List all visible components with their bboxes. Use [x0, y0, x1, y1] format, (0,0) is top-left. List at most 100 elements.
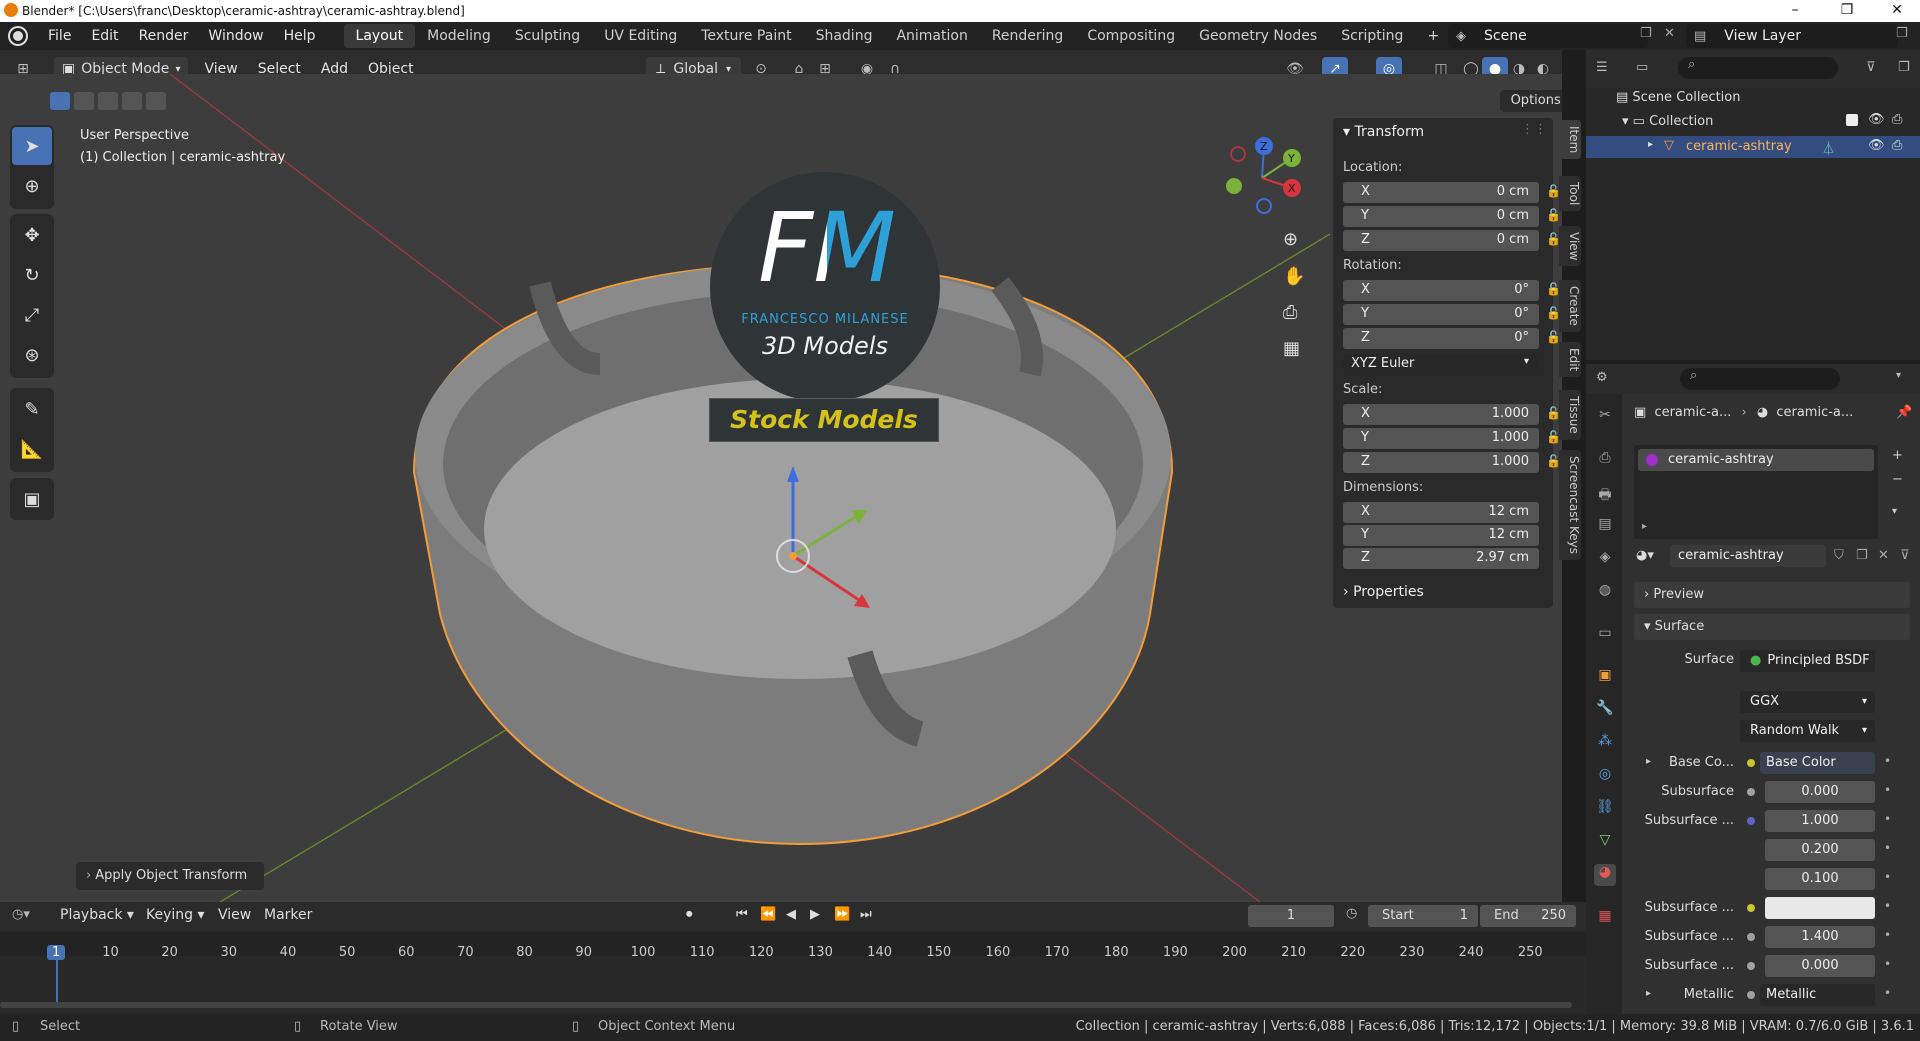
outliner-search-input[interactable]: ⌕	[1678, 57, 1838, 79]
rotation-z-field[interactable]: Z 0° 🔓	[1343, 328, 1561, 349]
tab-layout[interactable]: Layout	[343, 24, 416, 48]
unlink-material-icon[interactable]: ✕	[1878, 548, 1889, 563]
jump-keyframe-back-icon[interactable]: ⏪	[760, 907, 776, 922]
pan-hand-icon[interactable]: ✋	[1283, 266, 1305, 287]
marker-menu[interactable]: Marker	[264, 907, 312, 923]
properties-editor-icon[interactable]: ⚙	[1596, 370, 1608, 385]
menu-edit[interactable]: Edit	[81, 28, 128, 44]
location-x-field[interactable]: X0 cm 🔓	[1343, 182, 1561, 203]
world-tab-icon[interactable]: ◍	[1594, 582, 1616, 604]
animate-property-icon[interactable]: •	[1884, 957, 1891, 971]
scale-y-field[interactable]: Y 1.000 🔓	[1343, 428, 1561, 449]
jump-end-icon[interactable]: ⏭	[860, 907, 872, 922]
blender-menu-icon[interactable]	[10, 28, 26, 44]
bsdf-link-field[interactable]: Metallic	[1760, 984, 1875, 1006]
tab-geometry-nodes[interactable]: Geometry Nodes	[1187, 24, 1329, 48]
material-name-field[interactable]: ceramic-ashtray	[1670, 545, 1826, 567]
ortho-grid-icon[interactable]: ▦	[1283, 338, 1300, 359]
close-button[interactable]: ✕	[1874, 0, 1920, 22]
current-frame-field[interactable]: 1	[1248, 905, 1334, 927]
select-intersect-icon[interactable]	[146, 92, 166, 110]
rotation-y-field[interactable]: Y 0° 🔓	[1343, 304, 1561, 325]
menu-file[interactable]: File	[38, 28, 81, 44]
move-tool[interactable]: ✥	[12, 216, 52, 254]
render-tab-icon[interactable]: ⎙	[1594, 450, 1616, 472]
surface-shader-field[interactable]: ● Principled BSDF	[1740, 650, 1875, 672]
dimensions-y-field[interactable]: Y 12 cm	[1343, 525, 1539, 546]
bsdf-value-field[interactable]: 0.000	[1765, 955, 1875, 977]
tab-sculpting[interactable]: Sculpting	[503, 24, 592, 48]
display-mode-icon[interactable]: ▭	[1636, 60, 1648, 75]
start-frame-field[interactable]: Start 1	[1368, 905, 1478, 927]
annotate-tool[interactable]: ✎	[12, 390, 52, 428]
scene-selector[interactable]: ◈ Scene	[1448, 24, 1648, 48]
fake-user-icon[interactable]: ⛉	[1834, 548, 1844, 563]
navigation-gizmo[interactable]: Z Y X	[1220, 136, 1310, 226]
properties-search-input[interactable]: ⌕	[1680, 368, 1840, 390]
minimize-button[interactable]: –	[1772, 0, 1818, 22]
eye-icon[interactable]: 👁	[1868, 138, 1885, 153]
tab-view[interactable]: View	[1559, 226, 1581, 267]
new-scene-icon[interactable]: ❐	[1640, 26, 1652, 41]
new-collection-icon[interactable]: ❐	[1898, 60, 1910, 75]
socket-icon[interactable]	[1747, 788, 1755, 796]
scale-tool[interactable]: ⤢	[12, 296, 52, 334]
animate-property-icon[interactable]: •	[1884, 812, 1891, 826]
physics-tab-icon[interactable]: ◎	[1594, 766, 1616, 788]
preview-range-icon[interactable]: ◷	[1346, 906, 1357, 921]
material-slot-list[interactable]: ceramic-ashtray ▸	[1634, 445, 1878, 539]
bsdf-link-field[interactable]: Base Color	[1760, 752, 1875, 774]
socket-icon[interactable]	[1747, 962, 1755, 970]
select-extend-icon[interactable]	[74, 92, 94, 110]
tab-tissue[interactable]: Tissue	[1559, 390, 1581, 440]
animate-property-icon[interactable]: •	[1884, 986, 1891, 1000]
chevron-right-icon[interactable]: ▸	[1646, 988, 1651, 999]
transform-panel-header[interactable]: ▾ Transform	[1343, 124, 1424, 140]
bsdf-value-field[interactable]: 0.100	[1765, 868, 1875, 890]
scene-collection-row[interactable]: ▤ Scene Collection	[1616, 90, 1741, 105]
tab-animation[interactable]: Animation	[884, 24, 979, 48]
new-view-layer-icon[interactable]: ❐	[1896, 26, 1908, 41]
rotation-x-field[interactable]: X 0° 🔓	[1343, 280, 1561, 301]
tab-rendering[interactable]: Rendering	[980, 24, 1076, 48]
collection-row[interactable]: ▾ ▭ Collection	[1622, 114, 1713, 129]
record-icon[interactable]: ⏺	[686, 907, 693, 922]
camera-render-icon[interactable]: ⎙	[1892, 112, 1902, 127]
output-tab-icon[interactable]: 🖶	[1594, 484, 1616, 506]
bsdf-value-field[interactable]: 0.200	[1765, 839, 1875, 861]
filter-icon[interactable]: ⊽	[1900, 548, 1910, 563]
scene-tab-icon[interactable]: ◈	[1594, 549, 1616, 571]
view-layer-tab-icon[interactable]: ▤	[1594, 516, 1616, 538]
texture-tab-icon[interactable]: ▦	[1594, 908, 1616, 930]
outliner-object-row[interactable]: ▸ ▽ ceramic-ashtray ⏃ 👁 ⎙	[1586, 136, 1920, 158]
animate-property-icon[interactable]: •	[1884, 841, 1891, 855]
eye-icon[interactable]: 👁	[1868, 112, 1885, 127]
play-icon[interactable]: ▶	[810, 907, 820, 922]
bsdf-value-field[interactable]: 1.400	[1765, 926, 1875, 948]
outliner-editor-icon[interactable]: ☰	[1596, 60, 1608, 75]
properties-panel-header[interactable]: › Properties	[1343, 584, 1424, 600]
location-y-field[interactable]: Y0 cm 🔓	[1343, 206, 1561, 227]
preview-panel-header[interactable]: › Preview	[1634, 582, 1910, 608]
pin-icon[interactable]: 📌	[1896, 405, 1912, 420]
rotation-mode-dropdown[interactable]: XYZ Euler ▾	[1343, 354, 1539, 375]
add-cube-tool[interactable]: ▣	[12, 480, 52, 518]
select-new-icon[interactable]	[50, 92, 70, 110]
camera-render-icon[interactable]: ⎙	[1892, 138, 1902, 153]
material-tab-icon[interactable]: ◕	[1594, 864, 1616, 886]
tool-tab-icon[interactable]: ✂	[1594, 407, 1616, 429]
location-z-field[interactable]: Z0 cm 🔓	[1343, 230, 1561, 251]
measure-tool[interactable]: 📐	[12, 430, 52, 468]
slot-specials-icon[interactable]: ▾	[1892, 506, 1897, 517]
socket-icon[interactable]	[1747, 759, 1755, 767]
tab-modeling[interactable]: Modeling	[415, 24, 503, 48]
tab-texture-paint[interactable]: Texture Paint	[689, 24, 803, 48]
socket-icon[interactable]	[1747, 933, 1755, 941]
distribution-dropdown[interactable]: GGX ▾	[1740, 691, 1875, 713]
scale-x-field[interactable]: X 1.000 🔓	[1343, 404, 1561, 425]
data-tab-icon[interactable]: ▽	[1594, 832, 1616, 854]
playhead-line[interactable]	[56, 956, 58, 1006]
material-slot-item[interactable]: ceramic-ashtray	[1638, 449, 1874, 471]
animate-property-icon[interactable]: •	[1884, 899, 1891, 913]
timeline-scrollbar[interactable]	[0, 1002, 1572, 1008]
